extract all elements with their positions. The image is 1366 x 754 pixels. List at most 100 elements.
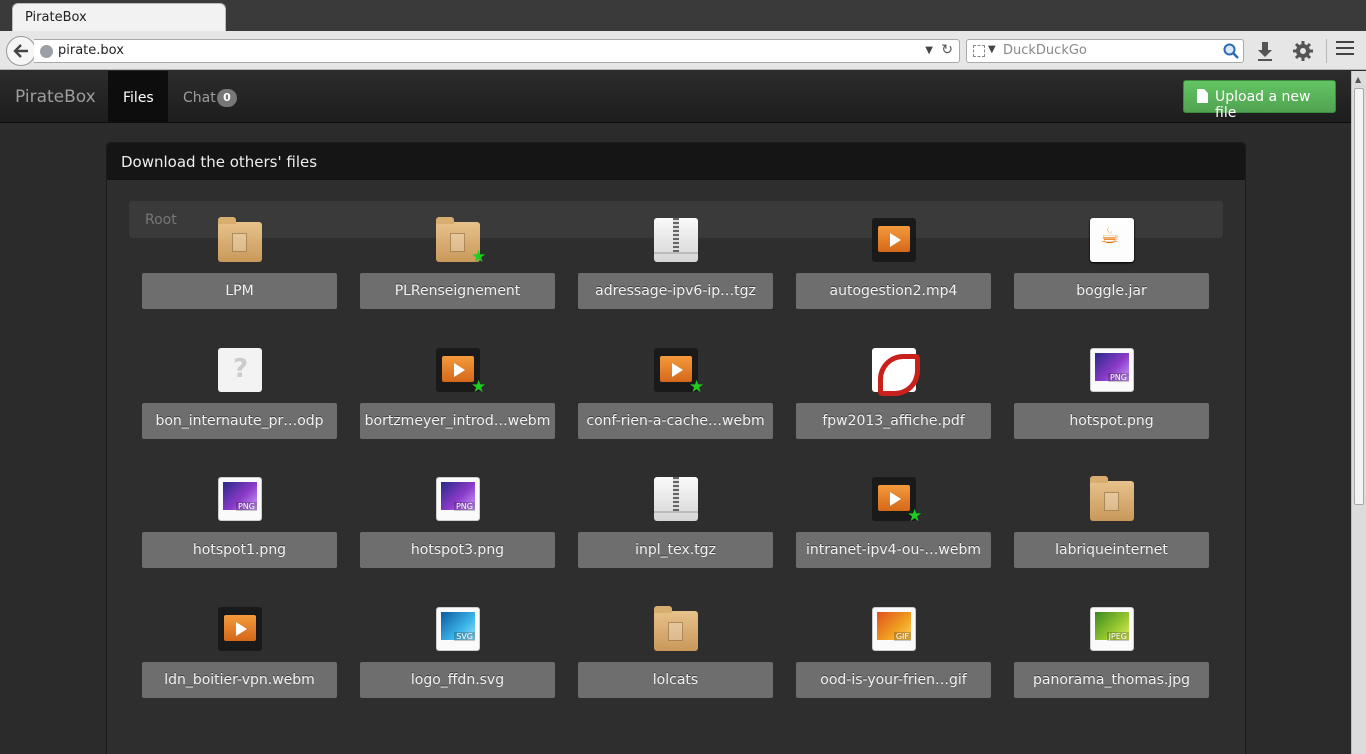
file-name-button[interactable]: ldn_boitier-vpn.webm (142, 661, 337, 698)
file-type-tag: SVG (454, 631, 475, 641)
file-item[interactable]: GIF ood-is-your-frien…gif (796, 606, 991, 707)
file-name-button[interactable]: LPM (142, 273, 337, 309)
star-icon: ★ (689, 376, 705, 397)
file-item[interactable]: adressage-ipv6-ip…tgz (578, 218, 773, 318)
file-name-button[interactable]: inpl_tex.tgz (578, 532, 773, 568)
file-name-button[interactable]: lolcats (578, 661, 773, 698)
file-name-button[interactable]: labriqueinternet (1014, 532, 1209, 568)
file-name-button[interactable]: fpw2013_affiche.pdf (796, 402, 991, 439)
file-item[interactable]: ldn_boitier-vpn.webm (142, 606, 337, 707)
globe-icon (40, 45, 53, 58)
file-name-button[interactable]: bon_internaute_pr…odp (142, 402, 337, 439)
nav-files-label: Files (123, 90, 154, 106)
file-name-button[interactable]: panorama_thomas.jpg (1014, 661, 1209, 698)
archive-icon[interactable] (654, 477, 698, 521)
tab-title: PirateBox (25, 10, 87, 25)
toolbar-separator (1326, 39, 1327, 63)
file-item[interactable]: PNG hotspot3.png (360, 477, 555, 577)
file-item[interactable]: ★ intranet-ipv4-ou-…webm (796, 477, 991, 577)
png-image-icon[interactable]: PNG (1090, 347, 1134, 392)
nav-chat-tab[interactable]: Chat (183, 90, 216, 106)
file-name-button[interactable]: conf-rien-a-cache…webm (578, 402, 773, 439)
file-item[interactable]: lolcats (578, 605, 773, 707)
file-item[interactable]: PNG hotspot.png (1014, 347, 1209, 448)
browser-tabbar: PirateBox (0, 0, 1366, 31)
file-name-button[interactable]: bortzmeyer_introd…webm (360, 402, 555, 439)
back-arrow-icon (13, 44, 28, 58)
scroll-up-icon[interactable]: ▲ (1355, 75, 1361, 84)
panel-title: Download the others' files (121, 153, 318, 171)
file-item[interactable]: labriqueinternet (1014, 476, 1209, 577)
png-image-icon[interactable]: PNG (436, 477, 480, 521)
file-item[interactable]: fpw2013_affiche.pdf (796, 347, 991, 448)
file-name-button[interactable]: intranet-ipv4-ou-…webm (796, 532, 991, 568)
download-icon[interactable] (1255, 40, 1275, 62)
file-name-button[interactable]: adressage-ipv6-ip…tgz (578, 273, 773, 309)
gif-image-icon[interactable]: GIF (872, 606, 916, 651)
file-item[interactable]: autogestion2.mp4 (796, 218, 991, 318)
file-name-button[interactable]: ood-is-your-frien…gif (796, 661, 991, 698)
file-name-button[interactable]: autogestion2.mp4 (796, 273, 991, 309)
panel-header: Download the others' files (107, 143, 1245, 180)
file-item[interactable]: inpl_tex.tgz (578, 477, 773, 577)
back-button[interactable] (6, 36, 36, 66)
upload-button-label: Upload a new file (1215, 89, 1311, 121)
file-type-tag: GIF (893, 631, 911, 641)
file-icon (1197, 89, 1208, 103)
star-icon: ★ (471, 376, 487, 397)
file-name-button[interactable]: hotspot1.png (142, 532, 337, 568)
files-panel: Download the others' files Root LPM ★ PLRe… (106, 142, 1246, 754)
file-name-button[interactable]: logo_ffdn.svg (360, 661, 555, 698)
brand-link[interactable]: PirateBox (15, 87, 96, 107)
chevron-down-icon[interactable]: ▼ (925, 45, 933, 56)
file-type-tag: PNG (453, 502, 475, 511)
star-icon: ★ (907, 506, 923, 526)
search-icon[interactable] (1222, 42, 1240, 60)
nav-files-tab[interactable]: Files (108, 71, 168, 123)
gear-icon[interactable] (1292, 40, 1314, 62)
file-item[interactable]: LPM (142, 217, 337, 318)
png-image-icon[interactable]: PNG (218, 477, 262, 521)
search-input[interactable]: DuckDuckGo (1003, 43, 1087, 58)
search-engine-icon[interactable] (973, 45, 985, 57)
reload-icon[interactable]: ↻ (941, 42, 953, 58)
file-item[interactable]: ★ conf-rien-a-cache…webm (578, 347, 773, 448)
file-name-button[interactable]: PLRenseignement (360, 273, 555, 309)
chevron-down-icon[interactable]: ▼ (988, 44, 996, 55)
file-name-button[interactable]: hotspot3.png (360, 532, 555, 568)
unknown-file-icon[interactable] (218, 347, 262, 392)
file-item[interactable]: PNG hotspot1.png (142, 477, 337, 577)
browser-tab[interactable]: PirateBox (12, 3, 226, 31)
folder-icon[interactable] (1090, 476, 1134, 521)
file-item[interactable]: ★ PLRenseignement (360, 217, 555, 318)
hamburger-menu-icon[interactable] (1336, 41, 1354, 59)
file-item[interactable]: bon_internaute_pr…odp (142, 347, 337, 448)
file-item[interactable]: JPEG panorama_thomas.jpg (1014, 606, 1209, 707)
file-item[interactable]: boggle.jar (1014, 218, 1209, 318)
svg-image-icon[interactable]: SVG (436, 606, 480, 651)
jpeg-image-icon[interactable]: JPEG (1090, 606, 1134, 651)
video-icon[interactable] (218, 606, 262, 651)
page: PirateBox Files Chat 0 Upload a new file… (0, 71, 1351, 754)
chat-count-badge: 0 (217, 89, 237, 107)
browser-toolbar: pirate.box ▼ ↻ ▼ DuckDuckGo (0, 31, 1366, 70)
file-type-tag: PNG (235, 502, 257, 511)
scrollbar-thumb[interactable] (1354, 88, 1364, 505)
file-item[interactable]: SVG logo_ffdn.svg (360, 606, 555, 707)
folder-icon[interactable] (654, 605, 698, 651)
pdf-icon[interactable] (872, 347, 920, 396)
folder-icon[interactable] (218, 217, 262, 262)
archive-icon[interactable] (654, 218, 698, 262)
java-icon[interactable] (1090, 218, 1134, 262)
video-icon[interactable] (872, 218, 916, 262)
file-item[interactable]: ★ bortzmeyer_introd…webm (360, 347, 555, 448)
top-navbar: PirateBox Files Chat 0 Upload a new file (0, 71, 1351, 123)
file-name-button[interactable]: hotspot.png (1014, 402, 1209, 439)
vertical-scrollbar[interactable]: ▲ (1351, 71, 1366, 754)
file-type-tag: JPEG (1106, 631, 1129, 641)
file-name-button[interactable]: boggle.jar (1014, 273, 1209, 309)
url-text[interactable]: pirate.box (58, 43, 124, 58)
search-bar[interactable]: ▼ DuckDuckGo (966, 39, 1244, 63)
url-bar[interactable]: pirate.box ▼ ↻ (34, 39, 960, 63)
upload-button[interactable]: Upload a new file (1183, 80, 1336, 121)
